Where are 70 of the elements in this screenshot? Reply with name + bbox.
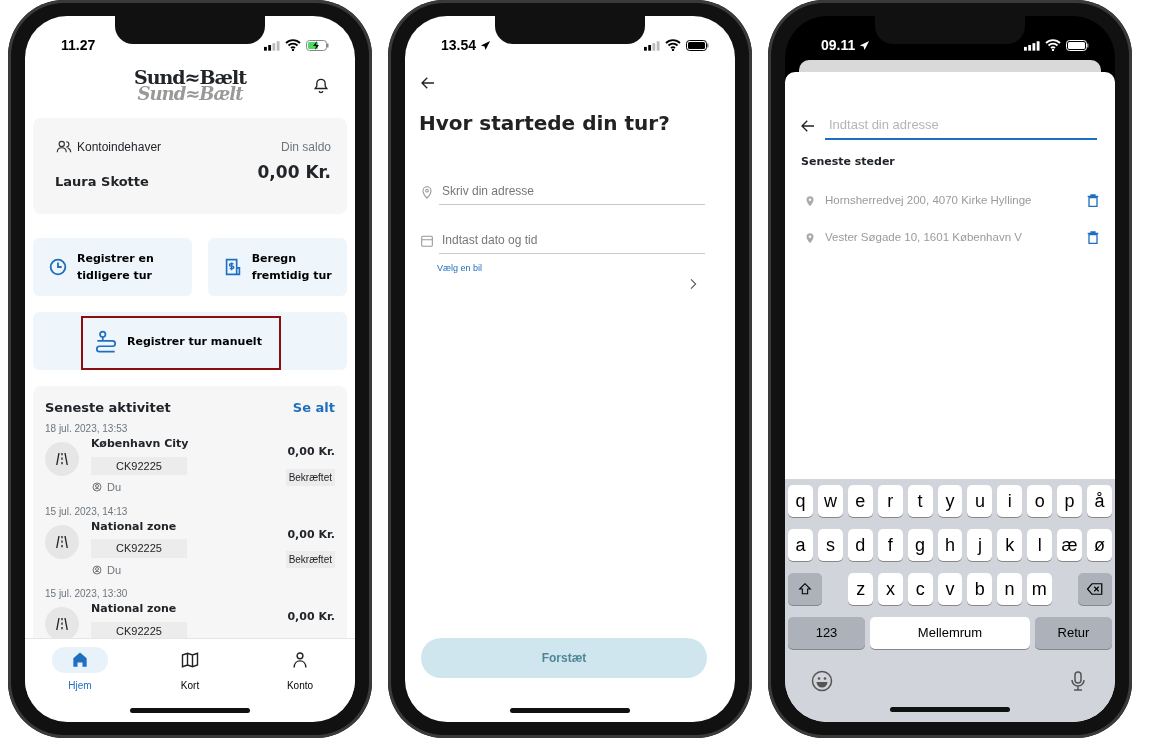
keyboard-key[interactable]: p (1057, 485, 1083, 517)
keyboard-key[interactable]: k (997, 529, 1023, 561)
keyboard-key[interactable]: l (1027, 529, 1053, 561)
nav-tab[interactable]: Kort (155, 646, 225, 693)
driver-name: Du (107, 480, 122, 495)
logo-wordmark: Sund≈Bælt (133, 68, 247, 86)
car-select[interactable]: Vælg en bil (437, 262, 705, 300)
account-label: Kontoindehaver (77, 139, 162, 156)
status-tag: Bekræftet (285, 551, 335, 568)
keyboard-key[interactable]: t (907, 485, 933, 517)
quick-action-button[interactable]: Beregn fremtidig tur (207, 237, 347, 296)
account-name: Laura Skotte (55, 173, 150, 191)
keyboard-key[interactable]: æ (1057, 529, 1083, 561)
keyboard-key[interactable]: z (848, 573, 874, 605)
page-title: Hvor startede din tur? (419, 110, 671, 137)
nav-tab[interactable]: Konto (265, 646, 335, 693)
logo-wordmark: Sund≈Bælt (137, 86, 243, 102)
keyboard-key[interactable]: s (817, 529, 843, 561)
keyboard-key[interactable]: b (967, 573, 993, 605)
keyboard-key[interactable]: n (997, 573, 1022, 605)
keyboard-key[interactable]: x (878, 573, 903, 605)
section-title: Seneste aktivitet (45, 398, 171, 417)
license-plate: CK92225 (91, 621, 187, 638)
keyboard-key[interactable]: o (1027, 485, 1053, 517)
trip-amount: 0,00 Kr. (287, 444, 335, 460)
keyboard-key[interactable]: y (937, 485, 963, 517)
trip-amount: 0,00 Kr. (287, 609, 335, 625)
zone-name: København City (91, 436, 190, 452)
keyboard-key[interactable]: v (937, 573, 963, 605)
see-all-link[interactable]: Se alt (292, 397, 335, 417)
keyboard-key[interactable]: a (788, 529, 813, 561)
numbers-key[interactable]: 123 (788, 617, 865, 649)
zone-name: National zone (91, 518, 178, 535)
status-tag: Bekræftet (285, 468, 335, 486)
license-plate: CK92225 (91, 456, 187, 475)
return-key[interactable]: Retur (1035, 617, 1112, 649)
section-heading: Seneste steder (800, 153, 896, 170)
keyboard-key[interactable]: ø (1087, 529, 1112, 561)
keyboard-key[interactable]: c (907, 573, 933, 605)
balance-amount: 0,00 Kr. (257, 161, 331, 184)
license-plate: CK92225 (91, 539, 187, 558)
keyboard-key[interactable]: f (877, 529, 903, 561)
keyboard-key[interactable]: q (788, 485, 813, 517)
keyboard-key[interactable]: h (937, 529, 963, 561)
keyboard-key[interactable]: r (877, 485, 903, 517)
trip-amount: 0,00 Kr. (287, 526, 335, 543)
quick-action-button[interactable]: Registrer en tidligere tur (33, 237, 192, 296)
input-field[interactable]: Skriv din adresse (439, 178, 705, 205)
activity-date: 18 jul. 2023, 13:53 (45, 422, 129, 436)
keyboard-key[interactable]: j (967, 529, 993, 561)
keyboard-key[interactable]: å (1087, 485, 1112, 517)
keyboard-key[interactable]: m (1026, 573, 1052, 605)
nav-tab[interactable]: Hjem (45, 646, 115, 693)
keyboard-key[interactable]: e (847, 485, 873, 517)
keyboard-key[interactable]: d (847, 529, 873, 561)
driver-name: Du (107, 562, 122, 578)
keyboard-key[interactable]: g (907, 529, 933, 561)
status-time: 09.11 (821, 35, 856, 55)
keyboard-key[interactable]: w (817, 485, 843, 517)
activity-date: 15 jul. 2023, 13:30 (45, 587, 129, 601)
keyboard-key[interactable]: u (967, 485, 993, 517)
activity-date: 15 jul. 2023, 14:13 (45, 504, 129, 519)
space-key[interactable]: Mellemrum (870, 617, 1030, 649)
balance-label: Din saldo (279, 139, 331, 156)
keyboard-key[interactable]: i (997, 485, 1023, 517)
input-field[interactable]: Indtast dato og tid (439, 227, 705, 254)
zone-name: National zone (91, 601, 178, 617)
register-manual-button[interactable]: Registrer tur manuelt (81, 315, 281, 370)
status-time: 13.54 (441, 35, 477, 55)
status-time: 11.27 (61, 35, 96, 55)
